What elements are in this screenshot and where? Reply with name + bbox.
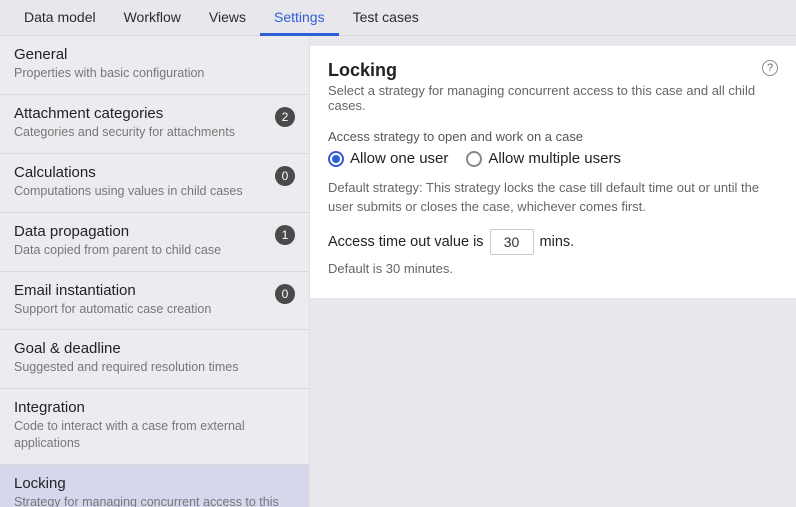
sidebar-item-desc: Categories and security for attachments — [14, 124, 267, 141]
radio-allow-one-user[interactable]: Allow one user — [328, 150, 448, 167]
count-badge: 1 — [275, 225, 295, 245]
tab-settings[interactable]: Settings — [260, 0, 339, 36]
radio-icon — [466, 151, 482, 167]
sidebar-item-title: Email instantiation — [14, 282, 267, 299]
sidebar-item-general[interactable]: General Properties with basic configurat… — [0, 36, 309, 95]
timeout-input[interactable] — [490, 229, 534, 255]
sidebar-item-locking[interactable]: Locking Strategy for managing concurrent… — [0, 465, 309, 507]
sidebar-item-desc: Computations using values in child cases — [14, 183, 267, 200]
access-strategy-radio-group: Allow one user Allow multiple users — [328, 150, 778, 167]
tab-workflow[interactable]: Workflow — [110, 0, 195, 36]
content-area: Locking ? Select a strategy for managing… — [310, 36, 796, 507]
sidebar-item-title: Integration — [14, 399, 287, 416]
radio-label: Allow one user — [350, 150, 448, 167]
sidebar-item-calculations[interactable]: Calculations Computations using values i… — [0, 154, 309, 213]
sidebar-item-desc: Properties with basic configuration — [14, 65, 287, 82]
strategy-info-text: Default strategy: This strategy locks th… — [328, 179, 778, 217]
sidebar-item-attachment-categories[interactable]: Attachment categories Categories and sec… — [0, 95, 309, 154]
sidebar-item-title: Goal & deadline — [14, 340, 287, 357]
radio-label: Allow multiple users — [488, 150, 621, 167]
sidebar-item-title: Locking — [14, 475, 287, 492]
sidebar-item-desc: Suggested and required resolution times — [14, 359, 287, 376]
settings-sidebar: General Properties with basic configurat… — [0, 36, 310, 507]
radio-allow-multiple-users[interactable]: Allow multiple users — [466, 150, 621, 167]
sidebar-item-email-instantiation[interactable]: Email instantiation Support for automati… — [0, 272, 309, 331]
locking-panel: Locking ? Select a strategy for managing… — [310, 46, 796, 299]
sidebar-item-desc: Code to interact with a case from extern… — [14, 418, 287, 452]
timeout-row: Access time out value is mins. — [328, 229, 778, 255]
sidebar-item-integration[interactable]: Integration Code to interact with a case… — [0, 389, 309, 465]
panel-subtitle: Select a strategy for managing concurren… — [328, 83, 778, 113]
tab-data-model[interactable]: Data model — [10, 0, 110, 36]
panel-heading: Locking — [328, 60, 397, 81]
sidebar-item-title: General — [14, 46, 287, 63]
sidebar-item-desc: Data copied from parent to child case — [14, 242, 267, 259]
tab-test-cases[interactable]: Test cases — [339, 0, 433, 36]
tab-views[interactable]: Views — [195, 0, 260, 36]
sidebar-item-title: Attachment categories — [14, 105, 267, 122]
sidebar-item-title: Calculations — [14, 164, 267, 181]
timeout-prefix: Access time out value is — [328, 234, 484, 250]
timeout-hint: Default is 30 minutes. — [328, 261, 778, 276]
count-badge: 0 — [275, 166, 295, 186]
help-icon[interactable]: ? — [762, 60, 778, 76]
radio-icon — [328, 151, 344, 167]
sidebar-item-title: Data propagation — [14, 223, 267, 240]
sidebar-item-data-propagation[interactable]: Data propagation Data copied from parent… — [0, 213, 309, 272]
tab-bar: Data model Workflow Views Settings Test … — [0, 0, 796, 36]
access-strategy-label: Access strategy to open and work on a ca… — [328, 129, 778, 144]
count-badge: 0 — [275, 284, 295, 304]
sidebar-item-desc: Strategy for managing concurrent access … — [14, 494, 287, 507]
count-badge: 2 — [275, 107, 295, 127]
timeout-suffix: mins. — [540, 234, 575, 250]
sidebar-item-goal-deadline[interactable]: Goal & deadline Suggested and required r… — [0, 330, 309, 389]
sidebar-item-desc: Support for automatic case creation — [14, 301, 267, 318]
